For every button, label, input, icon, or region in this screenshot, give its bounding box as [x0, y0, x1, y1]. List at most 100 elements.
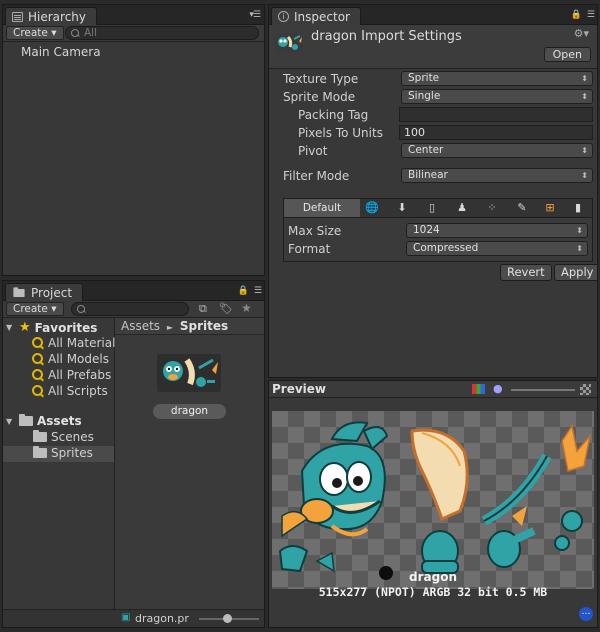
max-size-row: Max Size 1024: [284, 223, 592, 240]
selected-file-label: dragon.pr: [135, 612, 189, 625]
platform-tabs: Default 🌐 ⬇ ▯ ♟ ⁘ ✎ ⊞ ▮: [283, 198, 593, 218]
revert-button[interactable]: Revert: [500, 264, 552, 281]
hierarchy-create-button[interactable]: Create ▾: [6, 26, 64, 40]
hierarchy-tab-label: Hierarchy: [28, 9, 87, 24]
format-label: Format: [288, 242, 331, 256]
inspector-title: dragon Import Settings: [311, 29, 462, 44]
texture-type-row: Texture Type Sprite: [269, 71, 597, 88]
ios-icon[interactable]: ▯: [424, 201, 440, 215]
filter-type-icon[interactable]: ⧉: [199, 302, 207, 316]
lock-icon[interactable]: 🔒: [238, 286, 249, 296]
project-create-button[interactable]: Create ▾: [6, 302, 64, 316]
favorite-label: All Prefabs: [48, 368, 112, 382]
phone-icon[interactable]: ▮: [570, 201, 586, 215]
pivot-label: Pivot: [298, 144, 328, 158]
preview-sprite-name: dragon: [409, 570, 457, 584]
windows-icon[interactable]: ⊞: [542, 201, 558, 215]
hierarchy-toolbar: Create ▾ All: [3, 25, 264, 42]
platform-tab-default[interactable]: Default: [284, 199, 360, 217]
dragon-asset-thumbnail[interactable]: [157, 354, 221, 392]
filter-mode-dropdown[interactable]: Bilinear: [401, 168, 593, 183]
open-button[interactable]: Open: [543, 47, 591, 62]
format-row: Format Compressed: [284, 241, 592, 258]
android-icon[interactable]: ♟: [454, 201, 470, 215]
project-status-bar: ▣ dragon.pr: [3, 609, 264, 627]
filter-mode-row: Filter Mode Bilinear: [269, 168, 597, 185]
breadcrumb-separator: ►: [166, 323, 174, 332]
gear-icon[interactable]: ⚙▾: [574, 27, 589, 40]
project-tabbar: Project 🔒 ☰: [3, 281, 264, 301]
assets-folder[interactable]: ▼ Assets: [6, 414, 82, 428]
hierarchy-tabbar: Hierarchy ▾☰: [3, 5, 264, 25]
project-folder-tree: ▼ ★ Favorites All Materials All Models A…: [3, 318, 122, 609]
lock-icon[interactable]: 🔒: [571, 10, 582, 20]
favorite-all-scripts[interactable]: All Scripts: [31, 384, 108, 398]
flash-icon[interactable]: ✎: [514, 201, 530, 215]
max-size-dropdown[interactable]: 1024: [406, 223, 588, 238]
more-options-icon[interactable]: …: [579, 607, 593, 621]
thumbnail-size-slider[interactable]: [199, 614, 259, 623]
tab-project[interactable]: Project: [5, 283, 84, 301]
sprite-preview-canvas: [272, 411, 594, 589]
blackberry-icon[interactable]: ⁘: [484, 201, 500, 215]
mip-icon[interactable]: ●: [493, 382, 503, 395]
project-search-input[interactable]: [71, 302, 189, 316]
download-icon[interactable]: ⬇: [394, 201, 410, 215]
apply-button[interactable]: Apply: [554, 264, 597, 281]
pixels-to-units-input[interactable]: 100: [399, 125, 593, 140]
mip-slider[interactable]: [511, 389, 575, 391]
search-icon: [31, 336, 44, 350]
pivot-dropdown[interactable]: Center: [401, 143, 593, 158]
favorites-header[interactable]: ▼ ★ Favorites: [6, 320, 97, 335]
slider-handle[interactable]: [223, 614, 232, 623]
expand-arrow-icon[interactable]: ▼: [6, 417, 15, 426]
pixels-to-units-label: Pixels To Units: [298, 126, 383, 140]
breadcrumb-current[interactable]: Sprites: [180, 319, 228, 333]
packing-tag-label: Packing Tag: [298, 108, 369, 122]
star-icon: ★: [19, 320, 31, 335]
favorite-label: All Scripts: [48, 384, 108, 398]
favorite-all-materials[interactable]: All Materials: [31, 336, 122, 350]
checker-icon[interactable]: [580, 384, 591, 395]
star-filter-icon[interactable]: ★: [241, 301, 252, 315]
folder-icon: [33, 446, 47, 458]
tab-inspector[interactable]: i Inspector: [271, 7, 361, 25]
panel-menu-icon[interactable]: ☰: [587, 10, 595, 20]
search-icon: [31, 384, 44, 398]
inspector-tabbar: i Inspector 🔒 ☰: [269, 5, 597, 25]
format-dropdown[interactable]: Compressed: [406, 241, 588, 256]
project-tab-label: Project: [31, 285, 73, 300]
expand-arrow-icon[interactable]: ▼: [6, 323, 15, 332]
packing-tag-input[interactable]: [399, 107, 593, 122]
breadcrumb-root[interactable]: Assets: [121, 319, 160, 333]
sprite-mode-dropdown[interactable]: Single: [401, 89, 593, 104]
max-size-label: Max Size: [288, 224, 342, 238]
preview-header: Preview ●: [269, 381, 597, 398]
folder-sprites[interactable]: Sprites: [33, 446, 93, 460]
folder-scenes[interactable]: Scenes: [33, 430, 94, 444]
project-panel: Project 🔒 ☰ Create ▾ ⧉ 🏷 ★ ▼ ★ Favorites…: [2, 280, 265, 628]
favorite-all-models[interactable]: All Models: [31, 352, 109, 366]
texture-type-dropdown[interactable]: Sprite: [401, 71, 593, 86]
search-icon: [31, 368, 44, 382]
tag-icon[interactable]: 🏷: [219, 302, 233, 315]
folder-icon: [33, 430, 47, 442]
search-icon: [31, 352, 44, 366]
favorite-all-prefabs[interactable]: All Prefabs: [31, 368, 111, 382]
breadcrumb: Assets ► Sprites: [115, 318, 264, 335]
panel-menu-icon[interactable]: ☰: [254, 286, 262, 296]
hierarchy-item-main-camera[interactable]: Main Camera: [21, 45, 101, 59]
globe-icon[interactable]: 🌐: [364, 201, 380, 215]
inspector-panel: i Inspector 🔒 ☰ dragon Import Settings ⚙…: [268, 4, 598, 378]
folder-icon: [19, 414, 33, 426]
rgb-channel-icon[interactable]: [472, 384, 485, 394]
hierarchy-search-input[interactable]: All: [65, 26, 259, 40]
panel-menu-icon[interactable]: ▾☰: [249, 10, 261, 20]
project-asset-view: Assets ► Sprites dragon: [115, 318, 264, 609]
dragon-asset-label[interactable]: dragon: [153, 404, 226, 419]
preview-sprite-info: 515x277 (NPOT) ARGB 32 bit 0.5 MB: [318, 585, 548, 599]
assets-label: Assets: [37, 414, 82, 428]
packing-tag-row: Packing Tag: [269, 107, 597, 124]
tab-hierarchy[interactable]: Hierarchy: [5, 7, 98, 25]
pivot-row: Pivot Center: [269, 143, 597, 160]
